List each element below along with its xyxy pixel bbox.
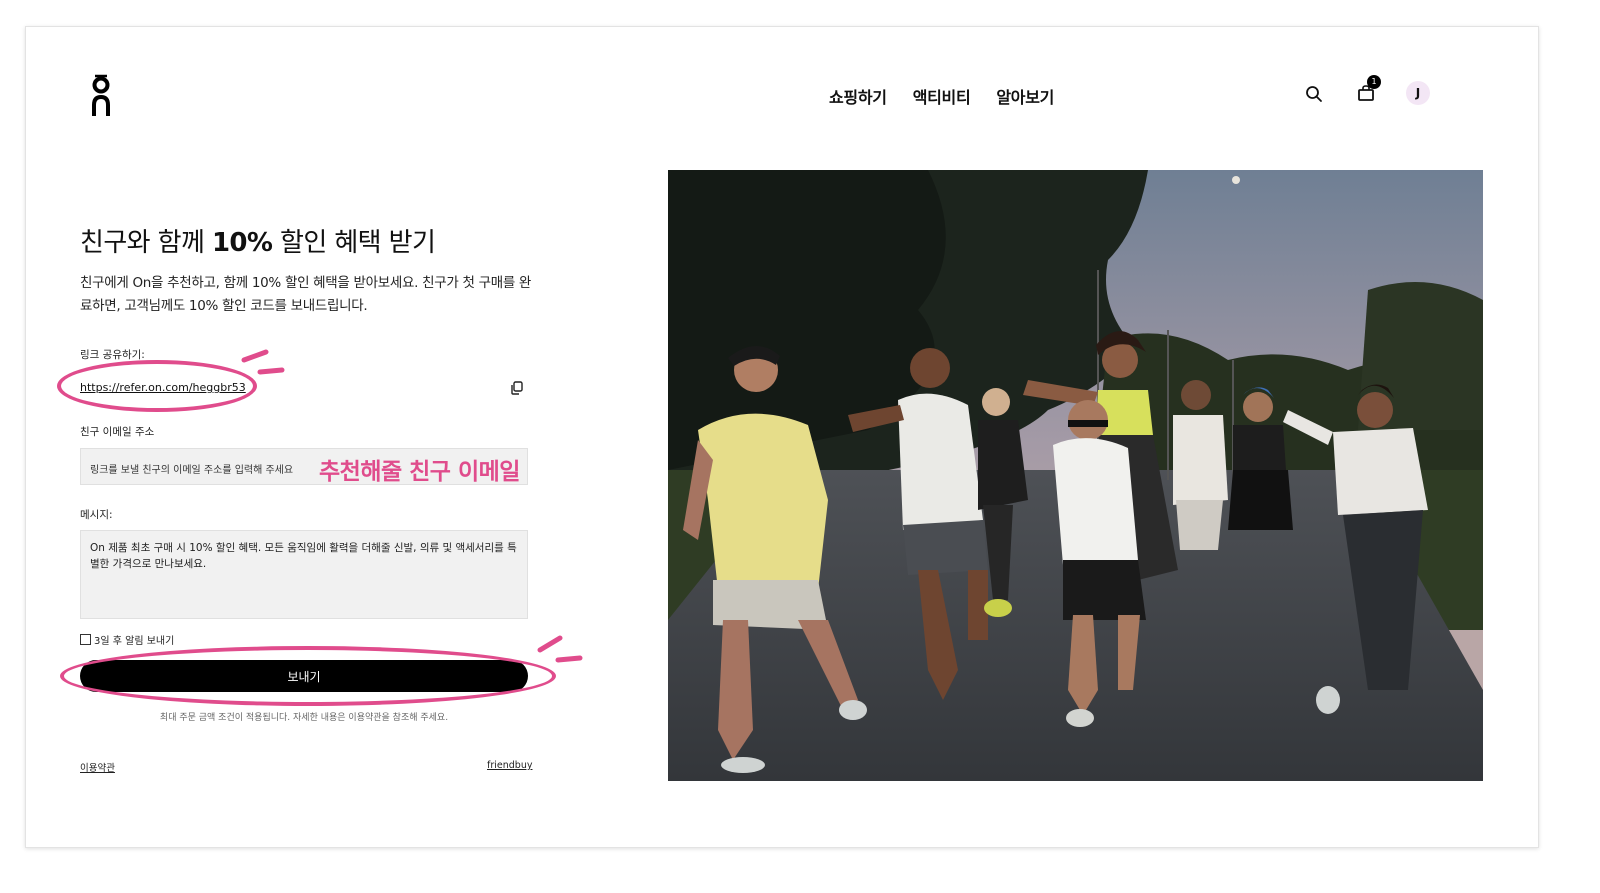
page-title: 친구와 함께 10% 할인 혜택 받기 [80,228,436,258]
copy-icon[interactable] [510,381,524,395]
search-icon[interactable] [1305,85,1323,103]
runners-hero-image [668,170,1483,781]
friend-email-input[interactable]: 링크를 보낼 친구의 이메일 주소를 입력해 주세요 추천해줄 친구 이메일 [80,448,528,485]
friendbuy-link[interactable]: friendbuy [487,760,532,771]
friend-email-label: 친구 이메일 주소 [80,426,155,438]
message-label: 메시지: [80,509,113,521]
email-placeholder: 링크를 보낼 친구의 이메일 주소를 입력해 주세요 [90,465,294,476]
message-textarea[interactable]: On 제품 최초 구매 시 10% 할인 혜택. 모든 움직임에 활력을 더해줄… [80,530,528,619]
nav-activity[interactable]: 액티비티 [913,84,971,108]
share-link-highlight-circle [57,360,257,412]
message-text: On 제품 최초 구매 시 10% 할인 혜택. 모든 움직임에 활력을 더해줄… [90,542,517,570]
nav-explore[interactable]: 알아보기 [996,84,1054,108]
terms-link[interactable]: 이용약관 [80,760,115,774]
on-logo[interactable] [90,74,112,118]
nav-shop[interactable]: 쇼핑하기 [829,84,887,108]
page-description: 친구에게 On을 추천하고, 함께 10% 할인 혜택을 받아보세요. 친구가 … [80,275,532,314]
reminder-label: 3일 후 알림 보내기 [94,636,175,647]
email-annotation: 추천해줄 친구 이메일 [319,459,520,485]
reminder-checkbox[interactable] [80,634,91,645]
user-avatar[interactable]: J [1406,81,1430,105]
highlight-marks [537,635,583,663]
fineprint-text: 최대 주문 금액 조건이 적용됩니다. 자세한 내용은 이용약관을 참조해 주세… [159,713,449,723]
main-nav: 쇼핑하기 액티비티 알아보기 [829,84,1054,108]
highlight-marks [241,349,285,375]
send-button-highlight-circle [60,646,556,706]
cart-count-badge: 1 [1367,75,1381,89]
reminder-option[interactable]: 3일 후 알림 보내기 [80,632,174,647]
